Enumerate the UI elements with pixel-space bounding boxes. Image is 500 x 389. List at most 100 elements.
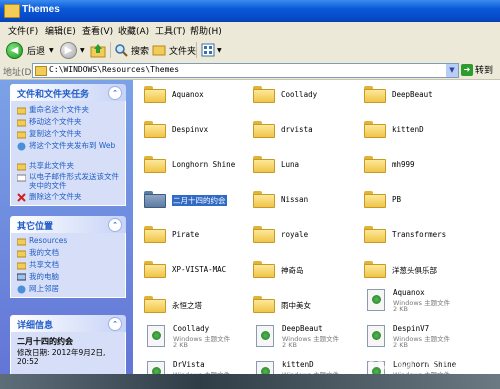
chevron-up-icon[interactable]: ⌃ <box>108 86 122 100</box>
theme-file-item[interactable]: Coollady Windows 主题文件 2 KB <box>137 323 247 353</box>
place-label: 我的电脑 <box>29 272 59 281</box>
back-button[interactable]: ◀ 后退 ▼ <box>6 41 54 59</box>
address-path: C:\WINDOWS\Resources\Themes <box>49 65 180 74</box>
shared-folder-icon <box>17 262 26 270</box>
menu-help[interactable]: 帮助(H) <box>190 24 222 37</box>
file-tasks-panel: 文件和文件夹任务 ⌃ 重命名这个文件夹 移动这个文件夹 复制这个文件夹 将这个文… <box>10 84 126 206</box>
folder-item[interactable]: Longhorn Shine <box>137 154 247 178</box>
theme-file-icon <box>256 325 274 347</box>
folder-item[interactable]: 雨中美女 <box>246 294 356 318</box>
folder-icon <box>144 226 166 243</box>
chevron-down-icon[interactable]: ▼ <box>446 64 458 77</box>
folder-name: Despinvx <box>172 125 209 134</box>
panel-header[interactable]: 其它位置 ⌃ <box>10 216 126 233</box>
task-label: 以电子邮件形式发送该文件夹中的文件 <box>29 172 119 190</box>
panel-title: 文件和文件夹任务 <box>17 90 90 100</box>
folder-item[interactable]: XP-VISTA-MAC <box>137 259 247 283</box>
folder-icon <box>364 156 386 173</box>
task-label: 复制这个文件夹 <box>29 129 82 138</box>
computer-icon <box>17 273 26 281</box>
search-button[interactable]: 搜索 <box>114 41 149 59</box>
folder-item[interactable]: Aquanox <box>137 84 247 108</box>
task-label: 将这个文件夹发布到 Web <box>29 141 116 150</box>
folder-icon <box>17 238 26 246</box>
address-bar: 地址(D) C:\WINDOWS\Resources\Themes ▼ ➜ 转到 <box>0 62 500 80</box>
forward-button[interactable]: ▶ ▼ <box>60 41 85 59</box>
toolbar: ◀ 后退 ▼ ▶ ▼ 搜索 文件夹 ▼ <box>0 38 500 63</box>
task-move[interactable]: 移动这个文件夹 <box>17 117 123 127</box>
share-icon <box>17 163 26 171</box>
task-delete[interactable]: 删除这个文件夹 <box>17 192 123 202</box>
watermark: Baidu 经验 <box>327 346 480 376</box>
folder-icon <box>364 86 386 103</box>
folder-item[interactable]: Coollady <box>246 84 356 108</box>
theme-file-item[interactable]: DrVistaWindows 主题文件2 KB <box>137 359 247 374</box>
panel-body: Resources 我的文档 共享文档 我的电脑 网上邻居 <box>10 233 126 298</box>
menu-edit[interactable]: 编辑(E) <box>45 24 76 37</box>
task-rename[interactable]: 重命名这个文件夹 <box>17 105 123 115</box>
folder-item[interactable]: 永恒之塔 <box>137 294 247 318</box>
panel-header[interactable]: 文件和文件夹任务 ⌃ <box>10 84 126 101</box>
panel-title: 其它位置 <box>17 222 54 232</box>
task-email[interactable]: 以电子邮件形式发送该文件夹中的文件 <box>17 172 123 190</box>
folder-item[interactable]: PB <box>357 189 467 213</box>
menu-favorites[interactable]: 收藏(A) <box>118 24 149 37</box>
go-button[interactable]: ➜ 转到 <box>461 63 493 76</box>
folder-item[interactable]: Nissan <box>246 189 356 213</box>
menu-file[interactable]: 文件(F) <box>8 24 38 37</box>
folders-button[interactable]: 文件夹 <box>152 41 196 59</box>
folder-item[interactable]: drvista <box>246 119 356 143</box>
menu-view[interactable]: 查看(V) <box>82 24 113 37</box>
folder-name: drvista <box>281 125 313 134</box>
folder-item[interactable]: mh999 <box>357 154 467 178</box>
place-shared-documents[interactable]: 共享文档 <box>17 260 123 270</box>
title-bar[interactable]: Themes <box>0 0 500 22</box>
file-name: DespinV7 <box>393 324 430 333</box>
task-copy[interactable]: 复制这个文件夹 <box>17 129 123 139</box>
theme-file-item[interactable]: Aquanox Windows 主题文件 2 KB <box>357 287 467 317</box>
folder-item[interactable]: 洋葱头俱乐部 <box>357 259 467 283</box>
panel-header[interactable]: 详细信息 ⌃ <box>10 315 126 332</box>
place-resources[interactable]: Resources <box>17 236 123 246</box>
views-button[interactable]: ▼ <box>201 41 222 59</box>
folder-item[interactable]: kittenD <box>357 119 467 143</box>
folder-item[interactable]: Pirate <box>137 224 247 248</box>
panel-body: 二月十四的约会 修改日期: 2012年9月2日, 20:52 <box>10 332 126 374</box>
place-my-documents[interactable]: 我的文档 <box>17 248 123 258</box>
documents-icon <box>17 250 26 258</box>
folder-item[interactable]: royale <box>246 224 356 248</box>
task-share[interactable]: 共享此文件夹 <box>17 161 123 171</box>
folder-name: Nissan <box>281 195 309 204</box>
theme-file-icon <box>147 325 165 347</box>
up-folder-button[interactable] <box>90 41 106 59</box>
task-pane: 文件和文件夹任务 ⌃ 重命名这个文件夹 移动这个文件夹 复制这个文件夹 将这个文… <box>0 80 133 374</box>
address-input[interactable]: C:\WINDOWS\Resources\Themes ▼ <box>32 63 459 78</box>
task-label: 移动这个文件夹 <box>29 117 82 126</box>
folder-icon <box>144 156 166 173</box>
file-name: Coollady <box>173 324 210 333</box>
folder-item[interactable]: Transformers <box>357 224 467 248</box>
folder-item[interactable]: Despinvx <box>137 119 247 143</box>
task-publish[interactable]: 将这个文件夹发布到 Web <box>17 141 123 151</box>
folder-item[interactable]: 二月十四的约会 <box>137 189 247 213</box>
file-name: DeepBeaut <box>282 324 323 333</box>
folder-item[interactable]: 神奇岛 <box>246 259 356 283</box>
menu-tools[interactable]: 工具(T) <box>155 24 186 37</box>
folder-name: 神奇岛 <box>281 266 304 275</box>
place-my-computer[interactable]: 我的电脑 <box>17 272 123 282</box>
chevron-up-icon[interactable]: ⌃ <box>108 218 122 232</box>
folder-icon <box>144 296 166 313</box>
folder-icon <box>364 226 386 243</box>
folder-item[interactable]: Luna <box>246 154 356 178</box>
toolbar-separator <box>196 42 197 58</box>
chevron-up-icon[interactable]: ⌃ <box>108 317 122 331</box>
place-network[interactable]: 网上邻居 <box>17 284 123 294</box>
folder-item[interactable]: DeepBeaut <box>357 84 467 108</box>
folder-icon <box>144 121 166 138</box>
folder-name: 雨中美女 <box>281 301 311 310</box>
file-name: Aquanox <box>393 288 425 297</box>
forward-arrow-icon: ▶ <box>60 41 77 59</box>
chevron-down-icon: ▼ <box>80 46 85 54</box>
folder-name: PB <box>392 195 402 204</box>
search-label: 搜索 <box>131 46 150 57</box>
